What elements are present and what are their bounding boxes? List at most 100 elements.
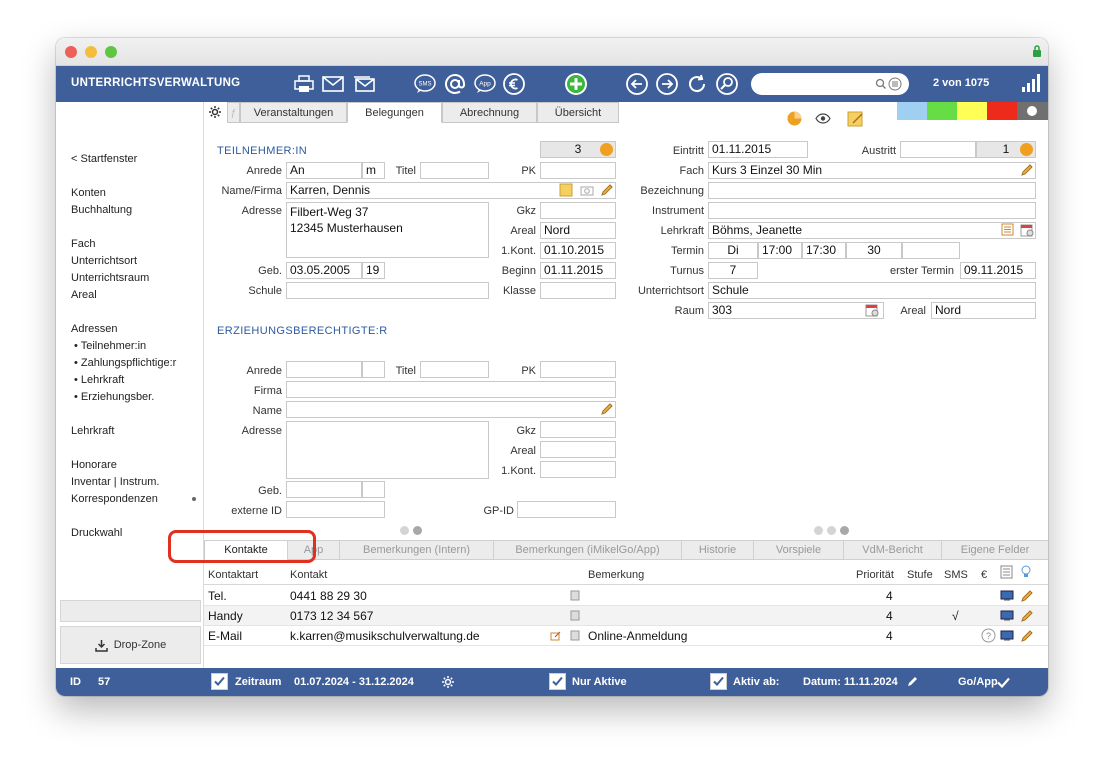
- sidebar-item-fach[interactable]: Fach: [71, 238, 95, 250]
- pencil-icon[interactable]: [1020, 609, 1034, 623]
- fach-field[interactable]: Kurs 3 Einzel 30 Min: [708, 162, 1036, 179]
- sms-icon[interactable]: SMS: [413, 72, 437, 96]
- klasse-field[interactable]: [540, 282, 616, 299]
- euro-icon[interactable]: [502, 72, 526, 96]
- color-filter-gray[interactable]: [1017, 102, 1048, 120]
- page-dot-active[interactable]: [840, 526, 849, 535]
- chevron-down-icon[interactable]: [1020, 143, 1033, 156]
- datum-value[interactable]: Datum: 11.11.2024: [803, 676, 898, 688]
- printer-icon[interactable]: [292, 72, 316, 96]
- sidebar-item-areal[interactable]: Areal: [71, 289, 97, 301]
- tab-veranstaltungen[interactable]: Veranstaltungen: [240, 102, 347, 123]
- monitor-icon[interactable]: [1000, 630, 1014, 641]
- titel-field[interactable]: [420, 162, 489, 179]
- e-areal-field[interactable]: [540, 441, 616, 458]
- color-filter-yellow[interactable]: [957, 102, 987, 120]
- sidebar-item-teilnehmer[interactable]: • Teilnehmer:in: [74, 340, 146, 352]
- forward-icon[interactable]: [655, 72, 679, 96]
- e-geburtsdatum-field[interactable]: [286, 481, 362, 498]
- color-filter-red[interactable]: [987, 102, 1017, 120]
- tab-belegungen[interactable]: Belegungen: [347, 102, 442, 123]
- mail-multi-icon[interactable]: [352, 72, 376, 96]
- table-row[interactable]: E-Mail k.karren@musikschulverwaltung.de …: [204, 626, 1048, 646]
- aktiv-ab-checkbox[interactable]: [710, 673, 727, 690]
- app-icon[interactable]: App: [473, 72, 497, 96]
- add-icon[interactable]: [564, 72, 588, 96]
- e-kontakt-datum-field[interactable]: [540, 461, 616, 478]
- tab-vdm-bericht[interactable]: VdM-Bericht: [844, 541, 942, 560]
- tab-historie[interactable]: Historie: [682, 541, 754, 560]
- unterrichtsort-field[interactable]: Schule: [708, 282, 1036, 299]
- gp-id-field[interactable]: [517, 501, 616, 518]
- page-dot[interactable]: [827, 526, 836, 535]
- color-filter-green[interactable]: [927, 102, 957, 120]
- note-small-icon[interactable]: [570, 610, 580, 621]
- document-icon[interactable]: [1000, 565, 1013, 579]
- zeitraum-checkbox[interactable]: [211, 673, 228, 690]
- raum-areal-field[interactable]: Nord: [931, 302, 1036, 319]
- eintritt-field[interactable]: 01.11.2015: [708, 141, 808, 158]
- tab-uebersicht[interactable]: Übersicht: [537, 102, 619, 123]
- back-icon[interactable]: [625, 72, 649, 96]
- pencil-icon[interactable]: [1020, 629, 1034, 643]
- pk-field[interactable]: [540, 162, 616, 179]
- sidebar-item-inventar[interactable]: Inventar | Instrum.: [71, 476, 159, 488]
- termin-extra-field[interactable]: [902, 242, 960, 259]
- gear-icon[interactable]: [208, 105, 222, 119]
- geschlecht-field[interactable]: m: [362, 162, 385, 179]
- drop-zone[interactable]: Drop-Zone: [60, 626, 201, 664]
- minimize-window-button[interactable]: [85, 46, 97, 58]
- color-filter-blue[interactable]: [897, 102, 927, 120]
- e-gkz-field[interactable]: [540, 421, 616, 438]
- sidebar-item-druckwahl[interactable]: Druckwahl: [71, 527, 122, 539]
- tab-vorspiele[interactable]: Vorspiele: [754, 541, 844, 560]
- monitor-icon[interactable]: [1000, 590, 1014, 601]
- at-icon[interactable]: [443, 72, 467, 96]
- adresse-field[interactable]: Filbert-Weg 37 12345 Musterhausen: [286, 202, 489, 258]
- pencil-icon[interactable]: [906, 675, 919, 688]
- tab-bemerkungen-app[interactable]: Bemerkungen (iMikelGo/App): [494, 541, 682, 560]
- areal-field[interactable]: Nord: [540, 222, 616, 239]
- page-dot[interactable]: [400, 526, 409, 535]
- e-firma-field[interactable]: [286, 381, 616, 398]
- geburtsdatum-field[interactable]: 03.05.2005: [286, 262, 362, 279]
- sidebar-item-unterrichtsraum[interactable]: Unterrichtsraum: [71, 272, 149, 284]
- sidebar-item-honorare[interactable]: Honorare: [71, 459, 117, 471]
- search-field[interactable]: [751, 73, 909, 95]
- calendar-icon[interactable]: [1020, 223, 1034, 237]
- anrede-field[interactable]: An: [286, 162, 362, 179]
- note-icon[interactable]: [847, 110, 864, 127]
- kontakt-datum-field[interactable]: 01.10.2015: [540, 242, 616, 259]
- search-list-icon[interactable]: [875, 77, 903, 91]
- termin-bis-field[interactable]: 17:30: [802, 242, 846, 259]
- gear-icon[interactable]: [441, 675, 455, 689]
- camera-icon[interactable]: [580, 184, 594, 196]
- table-row[interactable]: Handy 0173 12 34 567 4 √: [204, 606, 1048, 626]
- table-row[interactable]: Tel. 0441 88 29 30 4: [204, 586, 1048, 606]
- externe-id-field[interactable]: [286, 501, 385, 518]
- e-geschlecht-field[interactable]: [362, 361, 385, 378]
- zoom-window-button[interactable]: [105, 46, 117, 58]
- close-window-button[interactable]: [65, 46, 77, 58]
- zeitraum-value[interactable]: 01.07.2024 - 31.12.2024: [294, 676, 414, 688]
- e-adresse-field[interactable]: [286, 421, 489, 479]
- note-small-icon[interactable]: [570, 630, 580, 641]
- e-alter-field[interactable]: [362, 481, 385, 498]
- pencil-icon[interactable]: [1020, 589, 1034, 603]
- termin-von-field[interactable]: 17:00: [758, 242, 802, 259]
- note-small-icon[interactable]: [570, 590, 580, 601]
- refresh-icon[interactable]: [685, 72, 709, 96]
- tab-bemerkungen-intern[interactable]: Bemerkungen (Intern): [340, 541, 494, 560]
- sidebar-item-zahlungspflichtige[interactable]: • Zahlungspflichtige:r: [74, 357, 176, 369]
- pencil-icon[interactable]: [1020, 163, 1034, 177]
- calendar-icon[interactable]: [865, 303, 879, 317]
- austritt-field[interactable]: [900, 141, 976, 158]
- sidebar-item-buchhaltung[interactable]: Buchhaltung: [71, 204, 132, 216]
- pencil-icon[interactable]: [600, 402, 614, 416]
- monitor-icon[interactable]: [1000, 610, 1014, 621]
- goapp-label[interactable]: Go/App: [958, 676, 998, 688]
- sidebar-item-erziehungsber[interactable]: • Erziehungsber.: [74, 391, 154, 403]
- termin-dauer-field[interactable]: 30: [846, 242, 902, 259]
- e-name-field[interactable]: [286, 401, 616, 418]
- mail-icon[interactable]: [321, 72, 345, 96]
